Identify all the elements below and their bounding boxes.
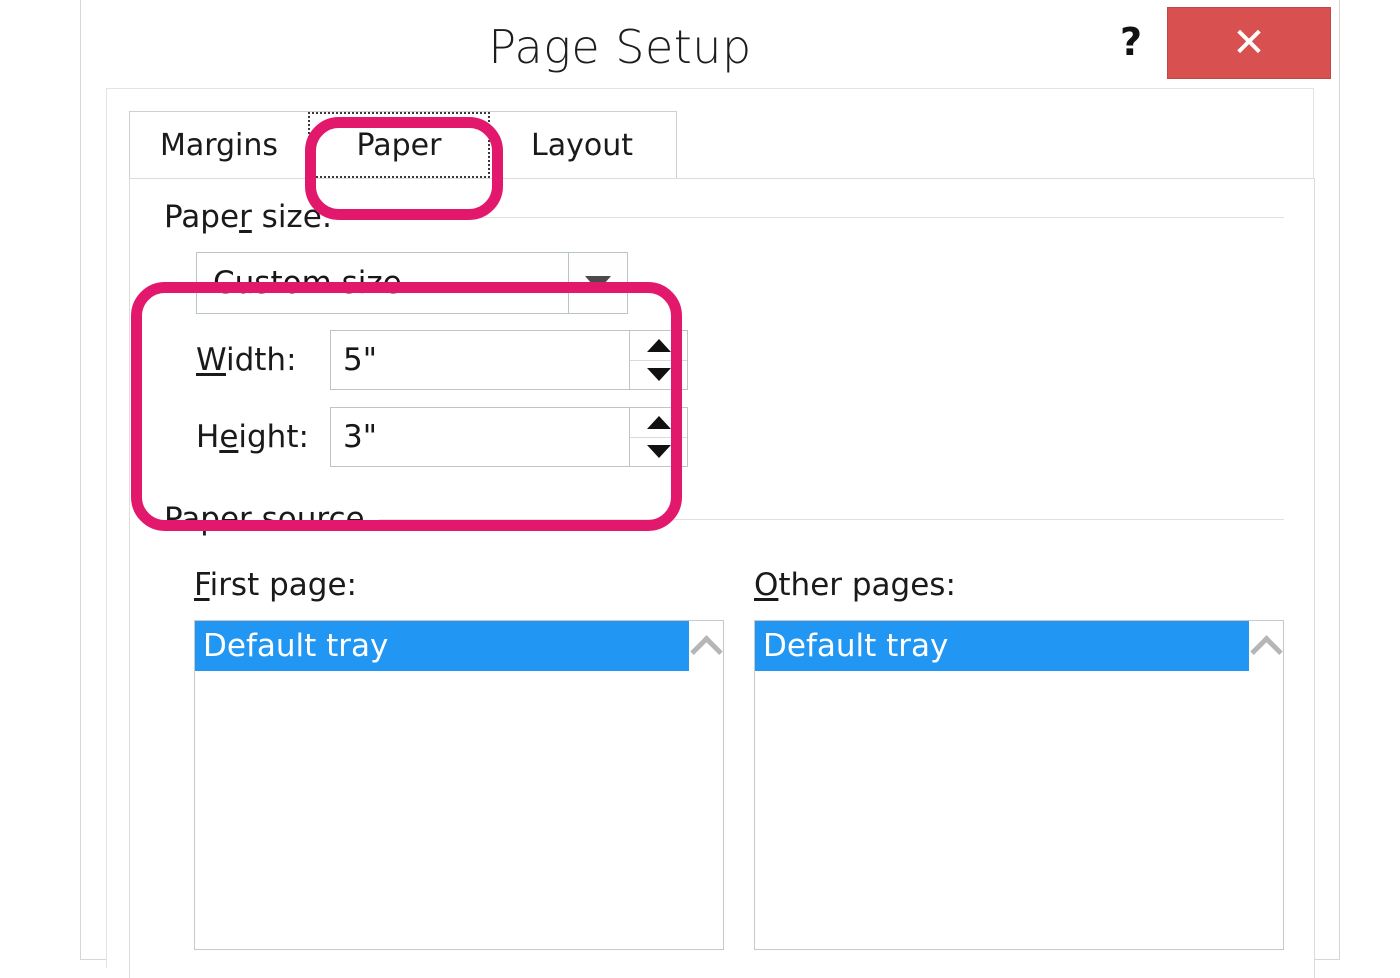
height-label-key: e bbox=[219, 419, 239, 455]
first-page-label: First page: bbox=[194, 567, 357, 603]
height-increment-button[interactable] bbox=[630, 408, 687, 437]
tab-paper-label: Paper bbox=[356, 127, 442, 163]
tab-strip: Margins Paper Layout bbox=[129, 111, 677, 179]
height-stepper bbox=[630, 407, 688, 467]
paper-size-label-post: size: bbox=[251, 199, 333, 235]
height-decrement-button[interactable] bbox=[630, 436, 687, 467]
close-x-icon: ✕ bbox=[1232, 20, 1266, 66]
dialog-content-panel: Margins Paper Layout Paper size: Custom … bbox=[106, 88, 1315, 978]
first-page-listbox[interactable]: Default tray bbox=[194, 620, 724, 950]
paper-source-group-label: Paper source bbox=[164, 501, 365, 537]
height-row: Height: 3" bbox=[196, 407, 688, 467]
other-pages-label-post: ther pages: bbox=[778, 567, 956, 603]
triangle-up-icon bbox=[646, 338, 671, 352]
first-page-label-key: F bbox=[194, 567, 210, 603]
paper-size-label-key: r bbox=[239, 199, 252, 235]
paper-size-group-header: Paper size: bbox=[164, 199, 1284, 235]
tab-layout[interactable]: Layout bbox=[490, 112, 674, 178]
scroll-up-button[interactable] bbox=[689, 621, 723, 675]
tab-margins-label: Margins bbox=[159, 127, 279, 163]
height-input[interactable]: 3" bbox=[330, 407, 630, 467]
first-page-list-items: Default tray bbox=[195, 621, 689, 949]
chevron-up-icon bbox=[689, 634, 723, 668]
help-button[interactable]: ? bbox=[1105, 16, 1157, 68]
paper-size-dropdown-button[interactable] bbox=[568, 253, 627, 313]
width-label-post: idth: bbox=[225, 342, 297, 378]
width-decrement-button[interactable] bbox=[630, 359, 687, 390]
width-row: Width: 5" bbox=[196, 330, 688, 390]
width-stepper bbox=[630, 330, 688, 390]
paper-source-group-header: Paper source bbox=[164, 501, 1284, 537]
paper-size-value: Custom size bbox=[213, 265, 402, 301]
other-pages-listbox[interactable]: Default tray bbox=[754, 620, 1284, 950]
height-label-pre: H bbox=[196, 419, 220, 455]
chevron-down-icon bbox=[585, 275, 611, 291]
width-input[interactable]: 5" bbox=[330, 330, 630, 390]
dialog-title-bar: Page Setup ? ✕ bbox=[81, 0, 1339, 88]
group-separator-rule bbox=[346, 216, 1284, 218]
page-setup-dialog: Page Setup ? ✕ Margins Paper Layout Pape bbox=[80, 0, 1340, 978]
width-increment-button[interactable] bbox=[630, 331, 687, 360]
paper-size-combobox[interactable]: Custom size bbox=[196, 252, 628, 314]
close-button[interactable]: ✕ bbox=[1167, 7, 1331, 79]
group-separator-rule bbox=[378, 518, 1284, 520]
triangle-down-icon bbox=[646, 368, 671, 382]
list-item[interactable]: Default tray bbox=[755, 621, 1249, 671]
first-page-label-post: irst page: bbox=[209, 567, 357, 603]
tab-layout-label: Layout bbox=[531, 127, 633, 163]
triangle-up-icon bbox=[646, 415, 671, 429]
tab-margins[interactable]: Margins bbox=[130, 112, 308, 178]
width-label: Width: bbox=[196, 342, 330, 378]
triangle-down-icon bbox=[646, 445, 671, 459]
width-label-key: W bbox=[196, 342, 226, 378]
tab-panel-paper: Paper size: Custom size Width: 5" Height… bbox=[129, 178, 1315, 978]
list-item[interactable]: Default tray bbox=[195, 621, 689, 671]
question-mark-icon: ? bbox=[1119, 20, 1143, 64]
paper-size-group-label: Paper size: bbox=[164, 199, 346, 235]
scroll-up-button[interactable] bbox=[1249, 621, 1283, 675]
other-pages-scrollbar[interactable] bbox=[1249, 621, 1283, 949]
other-pages-label: Other pages: bbox=[754, 567, 956, 603]
height-label: Height: bbox=[196, 419, 330, 455]
other-pages-list-items: Default tray bbox=[755, 621, 1249, 949]
tab-paper[interactable]: Paper bbox=[308, 112, 490, 178]
first-page-scrollbar[interactable] bbox=[689, 621, 723, 949]
height-label-post: ight: bbox=[238, 419, 309, 455]
paper-size-label-pre: Pape bbox=[164, 199, 240, 235]
other-pages-label-key: O bbox=[754, 567, 779, 603]
chevron-up-icon bbox=[1249, 634, 1283, 668]
